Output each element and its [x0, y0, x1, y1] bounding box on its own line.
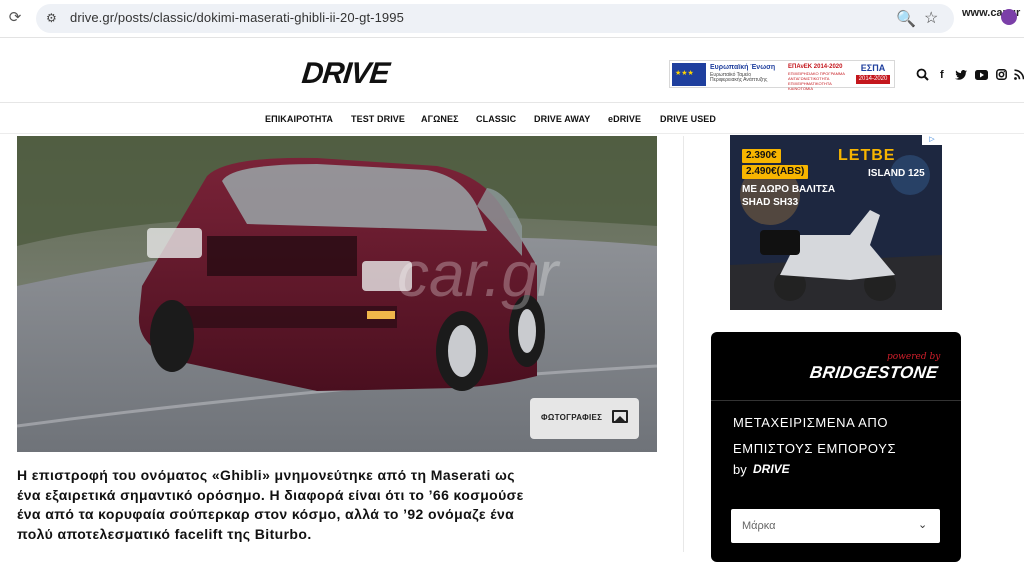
widget-divider: [711, 400, 961, 401]
search-icon[interactable]: [916, 68, 929, 81]
used-cars-widget: powered by BRIDGESTONE ΜΕΤΑΧΕΙΡΙΣΜΕΝΑ ΑΠ…: [711, 332, 961, 562]
nav-item-drive-used[interactable]: DRIVE USED: [660, 114, 716, 124]
powered-by-label: powered by: [887, 352, 941, 362]
scooter-ad[interactable]: ▷ 2.390€ 2.490€(ABS) LETBE ISLAND 125 ΜΕ…: [730, 135, 942, 310]
widget-drive-logo: DRIVE: [753, 462, 790, 476]
espa-years: 2014-2020: [856, 75, 890, 84]
article-lead: Η επιστροφή του ονόματος «Ghibli» μνημον…: [17, 466, 537, 544]
epanek-subtitle: ΕΠΙΧΕΙΡΗΣΙΑΚΟ ΠΡΟΓΡΑΜΜΑ ΑΝΤΑΓΩΝΙΣΤΙΚΟΤΗΤ…: [788, 71, 845, 91]
rss-icon[interactable]: [1014, 69, 1024, 80]
nav-item-drive-away[interactable]: DRIVE AWAY: [534, 114, 590, 124]
site-header: DRIVE Ευρωπαϊκή Ένωση Ευρωπαϊκό Ταμείο Π…: [0, 39, 1024, 103]
lead-line: ένα εξαιρετικά σημαντικό ορόσημο. Η διαφ…: [17, 486, 524, 503]
ad-model: ISLAND 125: [868, 168, 925, 179]
espa-logo: ΕΣΠΑ 2014-2020: [854, 63, 892, 86]
widget-by: by: [733, 462, 747, 477]
site-logo[interactable]: DRIVE: [300, 57, 390, 91]
nav-item-agones[interactable]: ΑΓΩΝΕΣ: [421, 114, 459, 124]
eu-funding-banner[interactable]: Ευρωπαϊκή Ένωση Ευρωπαϊκό Ταμείο Περιφερ…: [669, 60, 895, 91]
twitter-icon[interactable]: [955, 70, 967, 80]
eu-title: Ευρωπαϊκή Ένωση: [710, 64, 776, 71]
eu-flag-icon: [672, 63, 706, 86]
photos-button-label: ΦΩΤΟΓΡΑΦΙΕΣ: [541, 413, 603, 422]
watermark-text: car.gr: [397, 238, 561, 310]
nav-item-classic[interactable]: CLASSIC: [476, 114, 516, 124]
nav-item-epikairotita[interactable]: ΕΠΙΚΑΙΡΟΤΗΤΑ: [265, 114, 333, 124]
lead-line: Η επιστροφή του ονόματος «Ghibli» μνημον…: [17, 467, 515, 483]
bridgestone-logo[interactable]: BRIDGESTONE: [809, 363, 939, 383]
browser-toolbar: ⟳ ⚙ drive.gr/posts/classic/dokimi-masera…: [0, 0, 1024, 38]
url-text[interactable]: drive.gr/posts/classic/dokimi-maserati-g…: [70, 10, 404, 25]
youtube-icon[interactable]: [975, 70, 988, 80]
image-icon: [612, 410, 628, 423]
chevron-down-icon: ⌄: [918, 519, 928, 531]
reload-icon[interactable]: ⟳: [6, 9, 24, 27]
eu-subtitle: Ευρωπαϊκό Ταμείο Περιφερειακής Ανάπτυξης: [710, 72, 768, 83]
address-bar[interactable]: ⚙ drive.gr/posts/classic/dokimi-maserati…: [36, 4, 954, 33]
brand-select-placeholder: Μάρκα: [742, 520, 776, 532]
lead-line: ένα από τα κορυφαία σούπερκαρ στον κόσμο…: [17, 506, 515, 522]
nav-item-test-drive[interactable]: TEST DRIVE: [351, 114, 405, 124]
zoom-icon[interactable]: 🔍: [896, 9, 916, 29]
main-nav: ΕΠΙΚΑΙΡΟΤΗΤΑ TEST DRIVE ΑΓΩΝΕΣ CLASSIC D…: [0, 104, 1024, 134]
profile-avatar[interactable]: [1001, 9, 1017, 25]
column-divider: [683, 136, 684, 552]
facebook-icon[interactable]: f: [940, 69, 944, 81]
espa-title: ΕΣΠΑ: [860, 63, 886, 73]
instagram-icon[interactable]: [996, 69, 1007, 80]
epanek-title: ΕΠΑνΕΚ 2014-2020: [788, 64, 843, 70]
ad-brand: LETBE: [838, 147, 896, 164]
ad-price-1: 2.390€: [742, 149, 781, 163]
widget-title: ΜΕΤΑΧΕΙΡΙΣΜΕΝΑ ΑΠΟ ΕΜΠΙΣΤΟΥΣ ΕΜΠΟΡΟΥΣ: [733, 415, 897, 456]
nav-item-edrive[interactable]: eDRIVE: [608, 114, 641, 124]
bookmark-star-icon[interactable]: ☆: [924, 8, 938, 28]
site-info-icon[interactable]: ⚙: [46, 11, 60, 25]
brand-select[interactable]: Μάρκα ⌄: [731, 509, 940, 543]
ad-gift-text: ΜΕ ΔΩΡΟ ΒΑΛΙΤΣΑ SHAD SH33: [742, 184, 836, 208]
ad-price-2: 2.490€(ABS): [742, 165, 809, 179]
photos-button[interactable]: ΦΩΤΟΓΡΑΦΙΕΣ: [530, 398, 639, 439]
ad-choices-badge[interactable]: ▷: [922, 135, 942, 145]
lead-line: πολύ αποτελεσματικό facelift της Biturbo…: [17, 525, 312, 542]
